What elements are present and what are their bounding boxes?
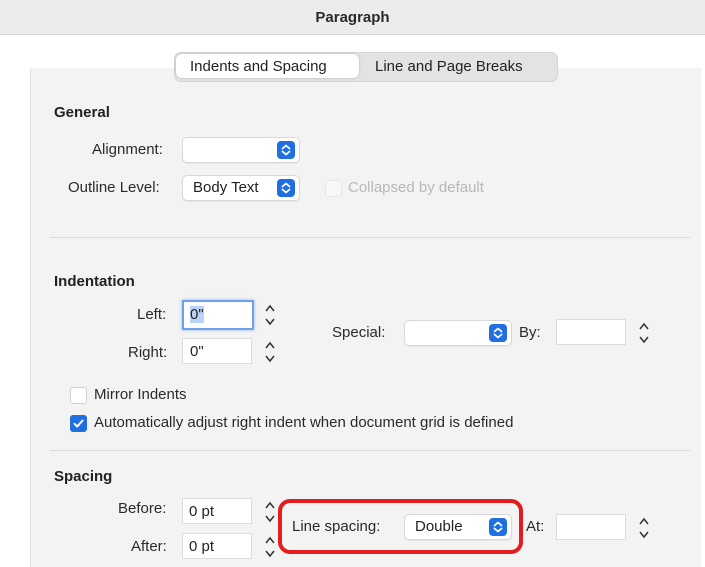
mirror-indents-label: Mirror Indents bbox=[94, 386, 187, 403]
right-indent-value: 0" bbox=[190, 343, 204, 360]
special-label: Special: bbox=[332, 324, 386, 341]
before-value: 0 pt bbox=[189, 503, 215, 520]
chevron-updown-icon bbox=[277, 179, 295, 197]
special-select[interactable] bbox=[404, 320, 512, 346]
after-input[interactable]: 0 pt bbox=[182, 533, 252, 559]
left-indent-value: 0" bbox=[190, 306, 204, 323]
tab-line-and-page-breaks[interactable]: Line and Page Breaks bbox=[375, 58, 523, 75]
right-indent-label: Right: bbox=[128, 344, 168, 361]
outline-level-value: Body Text bbox=[193, 179, 259, 196]
tab-indents-and-spacing-label: Indents and Spacing bbox=[190, 58, 327, 75]
alignment-select[interactable] bbox=[182, 137, 300, 163]
right-indent-stepper[interactable] bbox=[263, 337, 277, 367]
outline-level-select[interactable]: Body Text bbox=[182, 175, 300, 201]
alignment-label: Alignment: bbox=[92, 141, 163, 158]
at-label: At: bbox=[526, 518, 545, 535]
auto-adjust-label: Automatically adjust right indent when d… bbox=[94, 414, 514, 431]
by-label: By: bbox=[519, 324, 541, 341]
left-indent-label: Left: bbox=[137, 306, 167, 323]
collapsed-by-default-checkbox[interactable] bbox=[325, 180, 342, 197]
highlight-box bbox=[278, 499, 523, 554]
outline-level-label: Outline Level: bbox=[68, 179, 160, 196]
at-stepper[interactable] bbox=[637, 513, 651, 543]
checkmark-icon bbox=[73, 419, 84, 428]
before-stepper[interactable] bbox=[263, 497, 277, 527]
after-label: After: bbox=[131, 538, 167, 555]
divider bbox=[50, 237, 690, 238]
before-input[interactable]: 0 pt bbox=[182, 498, 252, 524]
left-indent-stepper[interactable] bbox=[263, 300, 277, 330]
before-label: Before: bbox=[118, 500, 167, 517]
after-value: 0 pt bbox=[189, 538, 215, 555]
left-indent-input[interactable]: 0" bbox=[182, 300, 254, 330]
chevron-updown-icon bbox=[277, 141, 295, 159]
after-stepper[interactable] bbox=[263, 532, 277, 562]
divider bbox=[50, 450, 690, 451]
by-input[interactable] bbox=[556, 319, 626, 345]
general-heading: General bbox=[54, 104, 110, 121]
by-stepper[interactable] bbox=[637, 318, 651, 348]
chevron-updown-icon bbox=[489, 324, 507, 342]
window-title: Paragraph bbox=[315, 9, 390, 26]
mirror-indents-checkbox[interactable] bbox=[70, 387, 87, 404]
at-input[interactable] bbox=[556, 514, 626, 540]
collapsed-by-default-label: Collapsed by default bbox=[348, 179, 484, 196]
right-indent-input[interactable]: 0" bbox=[182, 338, 252, 364]
spacing-heading: Spacing bbox=[54, 468, 113, 485]
indentation-heading: Indentation bbox=[54, 273, 135, 290]
auto-adjust-checkbox[interactable] bbox=[70, 415, 87, 432]
